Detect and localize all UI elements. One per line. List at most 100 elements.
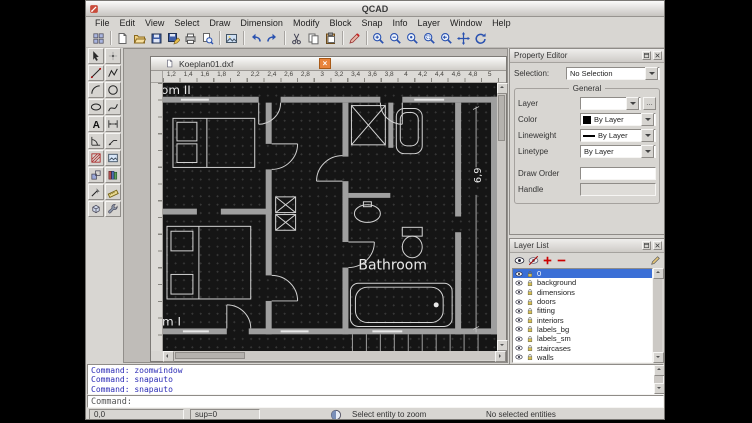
zoom-window-button[interactable] [421, 30, 438, 47]
layer-visible-icon[interactable] [515, 316, 523, 324]
zoom-previous-button[interactable] [438, 30, 455, 47]
draw-order-field[interactable] [580, 167, 656, 180]
remove-layer-button[interactable] [554, 254, 568, 267]
menu-item[interactable]: File [90, 18, 115, 28]
layer-list-scrollbar[interactable] [653, 268, 662, 363]
line-tool[interactable] [88, 65, 104, 81]
layer-visible-icon[interactable] [515, 270, 523, 278]
layer-lock-icon[interactable] [526, 353, 534, 361]
layer-lock-icon[interactable] [526, 344, 534, 352]
layer-lock-icon[interactable] [526, 307, 534, 315]
layer-lock-icon[interactable] [526, 335, 534, 343]
menu-item[interactable]: Block [324, 18, 356, 28]
scroll-down-arrow[interactable] [497, 340, 508, 351]
solid-box-tool[interactable] [88, 201, 104, 217]
block-tool[interactable] [88, 167, 104, 183]
layer-row[interactable]: walls [513, 353, 652, 362]
menu-item[interactable]: Select [169, 18, 204, 28]
modify-tool[interactable] [88, 184, 104, 200]
layer-row[interactable]: windows [513, 362, 652, 363]
layer-row[interactable]: interiors [513, 315, 652, 324]
layer-lock-icon[interactable] [526, 279, 534, 287]
lineweight-combo[interactable]: By Layer [580, 129, 656, 142]
menu-item[interactable]: Modify [288, 18, 325, 28]
menu-item[interactable]: Edit [115, 18, 141, 28]
menu-item[interactable]: Window [445, 18, 487, 28]
ellipse-tool[interactable] [88, 99, 104, 115]
text-tool[interactable]: A [88, 116, 104, 132]
layer-visible-icon[interactable] [515, 353, 523, 361]
scroll-up-arrow[interactable] [653, 268, 664, 279]
hatch-tool[interactable] [88, 150, 104, 166]
copy-button[interactable] [305, 30, 322, 47]
layer-visible-icon[interactable] [515, 325, 523, 333]
scroll-right-arrow[interactable] [495, 351, 506, 362]
layer-visible-icon[interactable] [515, 279, 523, 287]
leader-tool[interactable] [105, 133, 121, 149]
layer-visible-icon[interactable] [515, 335, 523, 343]
edit-layer-button[interactable] [648, 254, 662, 267]
layer-lock-icon[interactable] [526, 270, 534, 278]
export-image-button[interactable] [223, 30, 240, 47]
arc-tool[interactable] [88, 82, 104, 98]
select-tool[interactable] [88, 48, 104, 64]
menu-item[interactable]: Help [487, 18, 516, 28]
drawing-canvas[interactable]: om II Bathroom m I 6,9 [163, 83, 497, 351]
horizontal-scroll-thumb[interactable] [175, 352, 245, 359]
dimension-linear-tool[interactable] [105, 116, 121, 132]
print-button[interactable] [182, 30, 199, 47]
layer-row[interactable]: labels_sm [513, 334, 652, 343]
menu-item[interactable]: Snap [356, 18, 387, 28]
scroll-down-arrow[interactable] [654, 383, 665, 394]
command-history[interactable]: Command: zoomwindowCommand: snapautoComm… [87, 364, 664, 395]
open-document-button[interactable] [131, 30, 148, 47]
layer-options-button[interactable]: … [643, 97, 656, 110]
library-tool[interactable] [105, 167, 121, 183]
layer-lock-icon[interactable] [526, 325, 534, 333]
layer-visible-icon[interactable] [515, 307, 523, 315]
measure-tool[interactable] [105, 184, 121, 200]
zoom-pan-button[interactable] [455, 30, 472, 47]
cut-button[interactable] [288, 30, 305, 47]
menu-item[interactable]: Dimension [235, 18, 288, 28]
circle-tool[interactable] [105, 82, 121, 98]
layer-row[interactable]: dimensions [513, 288, 652, 297]
linetype-combo[interactable]: By Layer [580, 145, 656, 158]
save-document-button[interactable] [148, 30, 165, 47]
canvas-vertical-scrollbar[interactable] [497, 83, 506, 351]
menu-item[interactable]: Layer [413, 18, 446, 28]
new-document-button[interactable] [114, 30, 131, 47]
command-input[interactable]: Command: [87, 395, 664, 408]
undo-button[interactable] [247, 30, 264, 47]
layer-row[interactable]: 0 [513, 269, 652, 278]
polyline-tool[interactable] [105, 65, 121, 81]
redo-button[interactable] [264, 30, 281, 47]
image-tool[interactable] [105, 150, 121, 166]
layer-row[interactable]: doors [513, 297, 652, 306]
layer-lock-icon[interactable] [526, 298, 534, 306]
zoom-in-button[interactable] [370, 30, 387, 47]
color-combo[interactable]: By Layer [580, 113, 656, 126]
history-scrollbar[interactable] [654, 365, 663, 394]
add-layer-button[interactable] [540, 254, 554, 267]
auto-zoom-button[interactable] [404, 30, 421, 47]
float-panel-button[interactable] [642, 51, 651, 60]
layer-row[interactable]: fitting [513, 306, 652, 315]
print-preview-button[interactable] [199, 30, 216, 47]
document-close-button[interactable]: × [319, 58, 331, 69]
paste-button[interactable] [322, 30, 339, 47]
property-editor-header[interactable]: Property Editor [510, 49, 664, 63]
menu-item[interactable]: Info [388, 18, 413, 28]
scroll-up-arrow[interactable] [654, 365, 665, 376]
layer-list-header[interactable]: Layer List [510, 239, 664, 253]
layer-combo[interactable] [580, 97, 641, 110]
float-panel-button[interactable] [642, 241, 651, 250]
layer-row[interactable]: labels_bg [513, 325, 652, 334]
dimension-angular-tool[interactable] [88, 133, 104, 149]
scroll-left-arrow[interactable] [163, 351, 174, 362]
titlebar[interactable]: QCAD [86, 1, 664, 17]
layer-row[interactable]: background [513, 278, 652, 287]
canvas-horizontal-scrollbar[interactable] [163, 351, 506, 360]
scroll-down-arrow[interactable] [653, 352, 664, 363]
layer-lock-icon[interactable] [526, 316, 534, 324]
